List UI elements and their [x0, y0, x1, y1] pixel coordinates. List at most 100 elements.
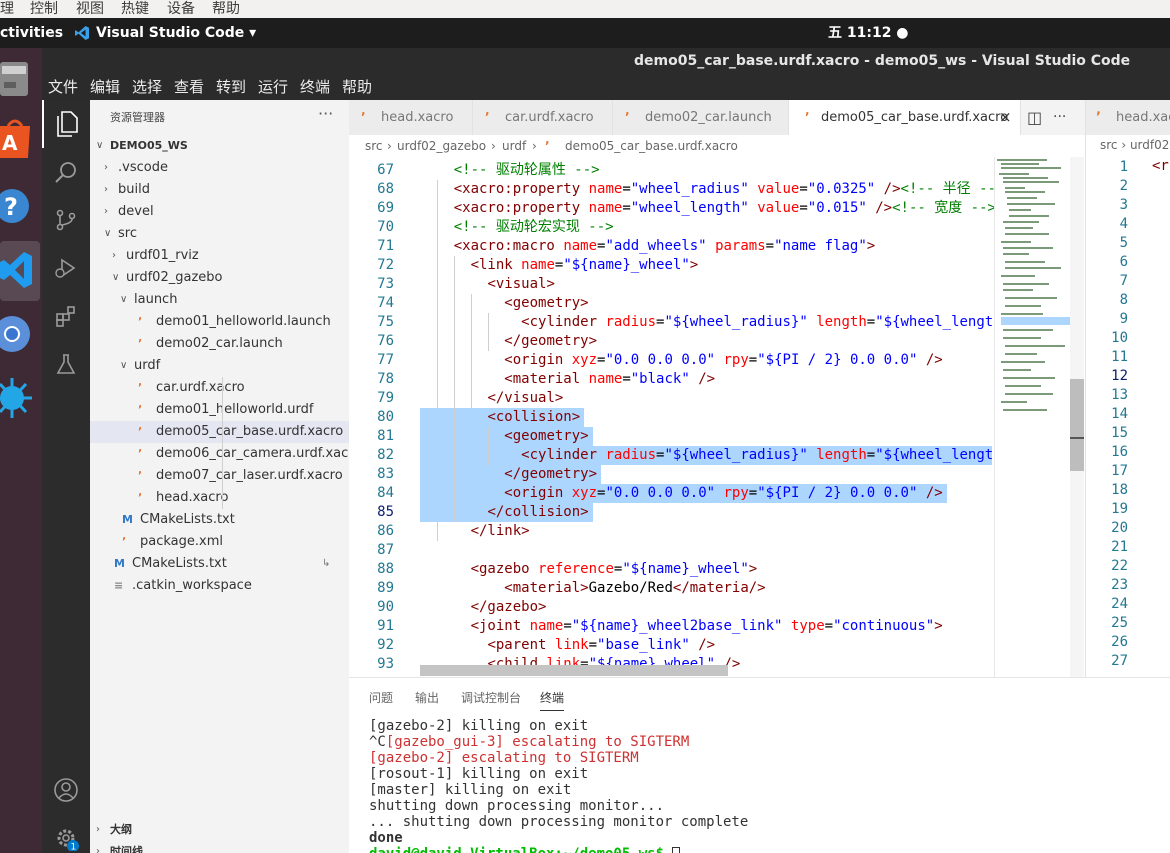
software-center-icon[interactable]: A — [0, 114, 36, 158]
code-token: </geometry> — [504, 333, 598, 349]
files-icon[interactable] — [0, 56, 36, 100]
code-line: <!-- 驱动轮属性 --> — [420, 161, 600, 180]
clock[interactable]: 五 11:12 ● — [828, 18, 909, 48]
vbox-menu-item[interactable]: 设备 — [167, 0, 195, 18]
terminal-line: david@david-VirtualBox:~/demo05_ws$ — [369, 846, 681, 853]
tree-folder[interactable]: ∨ src — [90, 223, 349, 245]
tree-file[interactable]: ʼ demo05_car_base.urdf.xacro — [90, 421, 349, 443]
menu-view[interactable]: 查看 — [174, 74, 204, 100]
tree-file[interactable]: ʼ head.xacro — [90, 487, 349, 509]
breadcrumb-item[interactable]: demo05_car_base.urdf.xacro — [565, 135, 738, 157]
menu-help[interactable]: 帮助 — [342, 74, 372, 100]
search-icon[interactable] — [42, 148, 90, 196]
terminal-line: done — [369, 830, 403, 846]
code-token: > — [748, 561, 758, 577]
breadcrumb-group2[interactable]: src › urdf02 — [1100, 138, 1169, 152]
tree-folder[interactable]: ∨ launch — [90, 289, 349, 311]
code-token: "base_link" — [597, 637, 690, 653]
line-number: 80 — [377, 409, 394, 425]
tree-folder[interactable]: › build — [90, 179, 349, 201]
app-menu-button[interactable]: Visual Studio Code ▾ — [74, 18, 256, 48]
panel-tab-terminal[interactable]: 终端 — [540, 689, 565, 711]
line-number: 67 — [377, 162, 394, 178]
code-token: <visual> — [487, 276, 555, 292]
code-token: <collision> — [487, 409, 581, 425]
vbox-menu-item[interactable]: 热键 — [121, 0, 149, 18]
code-line: <gazebo reference="${name}_wheel"> — [420, 560, 758, 579]
tree-file[interactable]: ʼ car.urdf.xacro — [90, 377, 349, 399]
minimap[interactable] — [994, 157, 1071, 677]
activities-button[interactable]: ctivities — [0, 18, 63, 48]
tree-folder[interactable]: ∨ urdf02_gazebo — [90, 267, 349, 289]
tree-folder[interactable]: ∨ DEMO05_WS — [90, 135, 349, 157]
breadcrumb-item[interactable]: urdf — [502, 135, 526, 157]
extensions-icon[interactable] — [42, 292, 90, 340]
menu-run[interactable]: 运行 — [258, 74, 288, 100]
gazebo-icon[interactable] — [0, 376, 36, 420]
chromium-icon[interactable] — [0, 312, 36, 356]
tab-close-icon[interactable]: × — [999, 100, 1012, 135]
code-token: name — [588, 371, 623, 387]
help-icon[interactable]: ? — [0, 184, 36, 228]
tab-head-xacro-group2[interactable]: ʼ head.xacro — [1086, 100, 1170, 135]
tab-head-xacro[interactable]: ʼ head.xacro — [349, 100, 473, 135]
timeline-section[interactable]: › 时间线 — [90, 841, 349, 853]
rss-file-icon: ʼ — [361, 110, 366, 124]
tab-demo05-car-base[interactable]: ʼ demo05_car_base.urdf.xacro × — [789, 100, 1021, 135]
tree-file[interactable]: M CMakeLists.txt ↳ — [90, 553, 349, 575]
panel-tab-output[interactable]: 输出 — [415, 689, 439, 706]
tree-file[interactable]: ʼ demo06_car_camera.urdf.xacro — [90, 443, 361, 465]
code-token: </link> — [470, 523, 530, 539]
vbox-menu-item[interactable]: 帮助 — [212, 0, 240, 18]
menu-edit[interactable]: 编辑 — [90, 74, 120, 100]
tree-file[interactable]: ʼ demo01_helloworld.urdf — [90, 399, 349, 421]
rss-file-icon: ʼ — [138, 337, 143, 350]
menu-terminal[interactable]: 终端 — [300, 74, 330, 100]
menu-go[interactable]: 转到 — [216, 74, 246, 100]
breadcrumb-item[interactable]: src — [365, 135, 383, 157]
accounts-icon[interactable] — [42, 766, 90, 814]
tree-item-label: build — [118, 182, 150, 197]
tree-file[interactable]: M CMakeLists.txt — [90, 509, 349, 531]
editor-tabs: ʼ head.xacro ʼ car.urdf.xacro ʼ demo02_c… — [349, 100, 1085, 135]
tree-file[interactable]: ʼ package.xml — [90, 531, 349, 553]
testing-flask-icon[interactable] — [42, 340, 90, 388]
tree-folder[interactable]: › urdf01_rviz — [90, 245, 349, 267]
tree-folder[interactable]: ∨ urdf — [90, 355, 349, 377]
second-editor-group[interactable]: ʼ head.xacro src › urdf02 12345678910111… — [1085, 100, 1170, 677]
terminal-text: [gazebo_gui-3] escalating to SIGTERM — [385, 734, 690, 750]
tree-file[interactable]: ʼ demo02_car.launch — [90, 333, 349, 355]
panel-tab-problems[interactable]: 问题 — [369, 689, 393, 706]
vbox-menu-item[interactable]: 视图 — [76, 0, 104, 18]
run-debug-icon[interactable] — [42, 244, 90, 292]
tree-file[interactable]: ʼ demo01_helloworld.launch — [90, 311, 349, 333]
code-editor[interactable]: 67 <!-- 驱动轮属性 --> 68 <xacro:property name… — [349, 157, 1085, 677]
vbox-menu-item[interactable]: 理 — [0, 0, 14, 18]
editor-horizontal-scrollbar[interactable] — [420, 665, 728, 676]
tree-folder[interactable]: › .vscode — [90, 157, 349, 179]
breadcrumb-item[interactable]: urdf02_gazebo — [397, 135, 486, 157]
terminal-text: [rosout-1] killing on exit — [369, 766, 589, 782]
editor-more-icon[interactable]: ··· — [1053, 100, 1066, 135]
panel-tab-debug-console[interactable]: 调试控制台 — [461, 689, 521, 706]
tree-folder[interactable]: › devel — [90, 201, 349, 223]
split-editor-icon[interactable]: ◫ — [1027, 100, 1042, 135]
vscode-dock-icon[interactable] — [0, 248, 36, 292]
menu-file[interactable]: 文件 — [48, 74, 78, 100]
line-number: 2 — [1119, 178, 1128, 194]
code-token: type — [790, 618, 825, 634]
explorer-more-button[interactable]: ··· — [318, 104, 333, 123]
outline-section[interactable]: › 大纲 — [90, 819, 349, 841]
app-menu-label: Visual Studio Code ▾ — [96, 25, 257, 41]
scrollbar-thumb[interactable] — [1070, 379, 1084, 471]
manage-gear-icon[interactable]: 1 — [42, 814, 90, 853]
tab-demo02-car-launch[interactable]: ʼ demo02_car.launch — [613, 100, 789, 135]
editor-vertical-scrollbar[interactable] — [1070, 157, 1084, 677]
vbox-menu-item[interactable]: 控制 — [30, 0, 58, 18]
menu-selection[interactable]: 选择 — [132, 74, 162, 100]
explorer-icon[interactable] — [42, 100, 90, 148]
tree-file[interactable]: ʼ demo07_car_laser.urdf.xacro — [90, 465, 349, 487]
tree-file[interactable]: ≡ .catkin_workspace — [90, 575, 349, 597]
tab-car-urdf-xacro[interactable]: ʼ car.urdf.xacro — [473, 100, 613, 135]
source-control-icon[interactable] — [42, 196, 90, 244]
